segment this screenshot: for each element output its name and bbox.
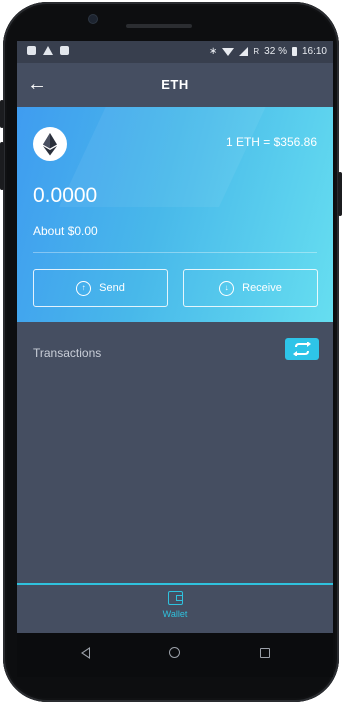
send-button[interactable]: ↑ Send (33, 269, 168, 307)
system-home-icon[interactable] (169, 647, 180, 658)
balance-fiat: About $0.00 (33, 224, 98, 238)
clock: 16:10 (301, 46, 327, 57)
nav-item-wallet[interactable]: Wallet (150, 591, 200, 629)
side-button-left-bottom (0, 142, 4, 190)
system-back-icon[interactable] (81, 647, 90, 659)
battery-icon (291, 47, 297, 56)
side-button-right (338, 172, 342, 216)
status-right: ∗ R 32 % 16:10 (209, 46, 327, 57)
image-icon (60, 46, 69, 55)
arrow-down-icon: ↓ (219, 280, 235, 296)
repeat-icon (293, 342, 311, 356)
bluetooth-icon: ∗ (209, 46, 218, 57)
nav-item-wallet-label: Wallet (162, 609, 188, 619)
app-bar: ← ETH (17, 63, 333, 107)
transactions-title: Transactions (33, 346, 102, 360)
refresh-button[interactable] (285, 338, 319, 360)
signal-icon (239, 47, 249, 56)
receive-button[interactable]: ↓ Receive (183, 269, 318, 307)
screen: ∗ R 32 % 16:10 ← ETH 1 ETH = $356.86 0.0… (17, 41, 333, 633)
balance-amount: 0.0000 (33, 184, 98, 207)
balance-card: 1 ETH = $356.86 0.0000 About $0.00 ↑ Sen… (17, 107, 333, 322)
status-bar: ∗ R 32 % 16:10 (17, 41, 333, 63)
bottom-nav: Wallet (17, 583, 333, 633)
wallet-icon (167, 591, 183, 605)
status-left-icons (27, 46, 69, 55)
receive-label: Receive (242, 282, 282, 294)
system-nav-bar (17, 633, 333, 677)
send-label: Send (99, 282, 125, 294)
card-divider (33, 252, 317, 253)
system-recents-icon[interactable] (260, 648, 270, 658)
network-type: R (253, 47, 260, 56)
ethereum-icon (33, 127, 67, 161)
photo-icon (27, 46, 36, 55)
arrow-up-icon: ↑ (76, 280, 92, 296)
page-title: ETH (161, 77, 189, 92)
battery-percent: 32 % (264, 46, 287, 57)
side-button-left-top (0, 100, 4, 128)
earpiece (126, 24, 192, 28)
wifi-icon (222, 47, 235, 56)
exchange-rate: 1 ETH = $356.86 (225, 135, 317, 149)
navigation-icon (43, 46, 53, 55)
front-camera (89, 15, 97, 23)
